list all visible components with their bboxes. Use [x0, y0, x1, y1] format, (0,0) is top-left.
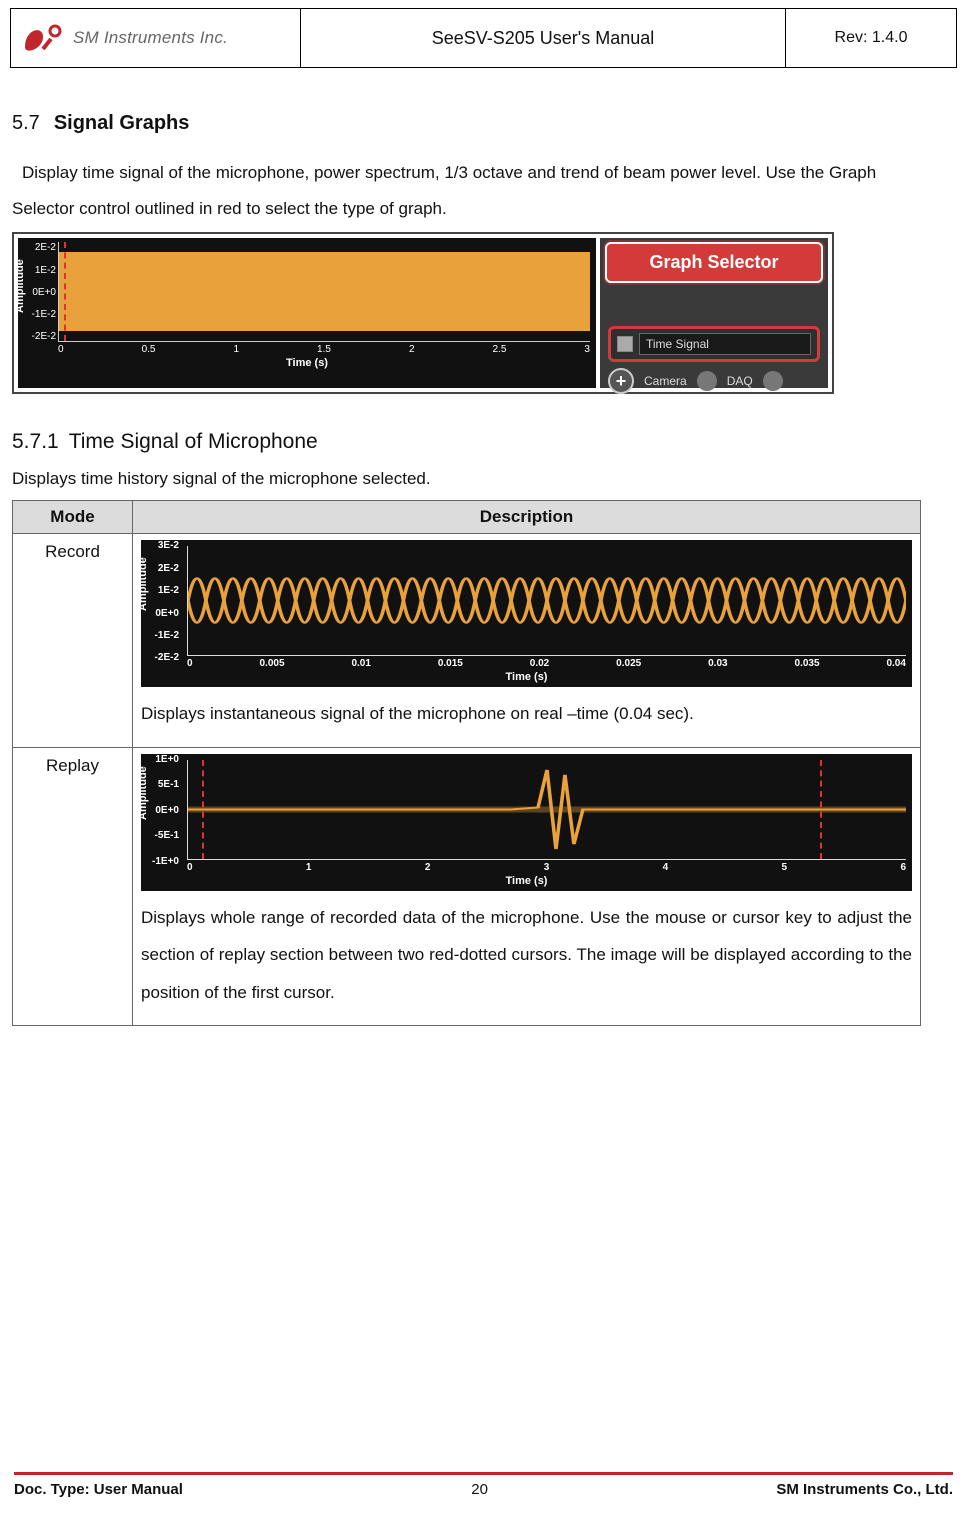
smp-logo-icon: [21, 21, 69, 55]
selector-value[interactable]: Time Signal: [639, 333, 811, 355]
replay-graph: Amplitude 1E+0 5E-1 0E+0 -5E-1 -1E+0: [141, 754, 912, 891]
cursor-line: [64, 242, 66, 341]
logo-cell: SM Instruments Inc.: [11, 9, 301, 67]
replay-desc: Displays whole range of recorded data of…: [141, 899, 912, 1011]
camera-toggle[interactable]: [697, 371, 717, 391]
daq-label: DAQ: [727, 374, 753, 388]
page-number: 20: [471, 1481, 488, 1498]
side-panel: Graph Selector Low Cutoff 200 High Cutof…: [600, 238, 828, 388]
figure-main-graph: Amplitude 2E-2 1E-2 0E+0 -1E-2 -2E-2: [12, 232, 834, 394]
record-xticks: 0 0.005 0.01 0.015 0.02 0.025 0.03 0.035…: [187, 656, 906, 669]
footer-left: Doc. Type: User Manual: [14, 1481, 183, 1498]
logo-text: SM Instruments Inc.: [73, 28, 228, 48]
subsection-title: Time Signal of Microphone: [69, 430, 318, 453]
record-desc: Displays instantaneous signal of the mic…: [141, 695, 912, 732]
section-heading: 5.7 Signal Graphs: [12, 112, 921, 135]
main-graph-xlabel: Time (s): [24, 357, 590, 369]
replay-waveform-icon: [188, 760, 906, 859]
main-graph-plot: [58, 242, 590, 342]
add-button[interactable]: +: [608, 368, 634, 394]
record-xlabel: Time (s): [147, 671, 906, 683]
table-row: Replay Amplitude 1E+0 5E-1 0E+0 -5E-1 -1…: [13, 747, 921, 1025]
subsection-lead: Displays time history signal of the micr…: [12, 462, 921, 496]
camera-label: Camera: [644, 374, 687, 388]
replay-plot: [187, 760, 906, 860]
col-mode: Mode: [13, 501, 133, 534]
section-number: 5.7: [12, 112, 40, 134]
subsection-number: 5.7.1: [12, 430, 59, 453]
record-waveform-icon: [188, 546, 906, 655]
doc-header: SM Instruments Inc. SeeSV-S205 User's Ma…: [10, 8, 957, 68]
subsection-heading: 5.7.1 Time Signal of Microphone: [12, 430, 921, 454]
record-yticks: 3E-2 2E-2 1E-2 0E+0 -1E-2 -2E-2: [141, 540, 181, 663]
graph-selector-callout: Graph Selector: [605, 242, 823, 283]
footer-rule: [14, 1472, 953, 1475]
record-graph: Amplitude 3E-2 2E-2 1E-2 0E+0 -1E-2 -2E-…: [141, 540, 912, 687]
footer-right: SM Instruments Co., Ltd.: [776, 1481, 953, 1498]
replay-yticks: 1E+0 5E-1 0E+0 -5E-1 -1E+0: [141, 754, 181, 867]
section-intro: Display time signal of the microphone, p…: [12, 155, 921, 226]
replay-cursor-start[interactable]: [202, 760, 204, 859]
selector-icon: [617, 336, 633, 352]
replay-cursor-end[interactable]: [820, 760, 822, 859]
mode-replay: Replay: [13, 747, 133, 1025]
section-title: Signal Graphs: [54, 112, 190, 134]
main-graph-panel: Amplitude 2E-2 1E-2 0E+0 -1E-2 -2E-2: [18, 238, 596, 388]
table-row: Record Amplitude 3E-2 2E-2 1E-2 0E+0 -1E…: [13, 534, 921, 747]
mode-record: Record: [13, 534, 133, 747]
graph-selector-control[interactable]: Time Signal: [608, 326, 820, 362]
doc-title: SeeSV-S205 User's Manual: [301, 9, 786, 67]
page-footer: Doc. Type: User Manual 20 SM Instruments…: [0, 1472, 967, 1498]
replay-xlabel: Time (s): [147, 875, 906, 887]
side-bottom-controls: + Camera DAQ: [608, 368, 820, 394]
doc-rev: Rev: 1.4.0: [786, 9, 956, 67]
replay-xticks: 0 1 2 3 4 5 6: [187, 860, 906, 873]
main-graph-yticks: 2E-2 1E-2 0E+0 -1E-2 -2E-2: [24, 242, 58, 342]
daq-toggle[interactable]: [763, 371, 783, 391]
record-plot: [187, 546, 906, 656]
col-desc: Description: [133, 501, 921, 534]
main-graph-xticks: 0 0.5 1 1.5 2 2.5 3: [58, 342, 590, 355]
waveform-fill: [59, 252, 590, 331]
modes-table: Mode Description Record Amplitude 3E-2 2…: [12, 500, 921, 1026]
